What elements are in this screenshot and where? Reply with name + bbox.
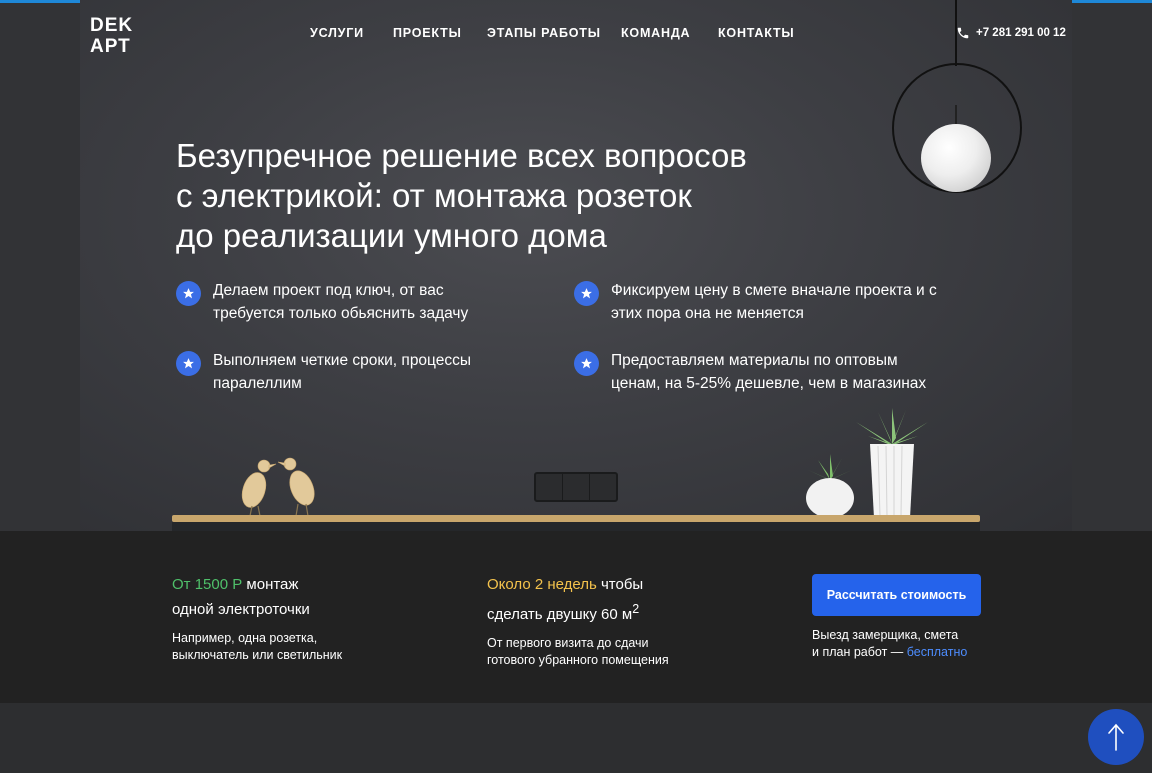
time-block: Около 2 недель чтобы сделать двушку 60 м…: [487, 572, 669, 669]
nav-item-services[interactable]: УСЛУГИ: [310, 26, 364, 40]
nav-item-stages[interactable]: ЭТАПЫ РАБОТЫ: [487, 26, 601, 40]
star-icon: [574, 351, 599, 376]
feature-item: Предоставляем материалы по оптовым ценам,…: [574, 349, 926, 395]
bird-figurines: [241, 457, 315, 517]
star-icon: [574, 281, 599, 306]
headline-line-3: до реализации умного дома: [176, 217, 607, 254]
headline-line-1: Безупречное решение всех вопросов: [176, 137, 747, 174]
nav-item-projects[interactable]: ПРОЕКТЫ: [393, 26, 462, 40]
feature-item: Выполняем четкие сроки, процессы паралелл…: [176, 349, 471, 395]
star-icon: [176, 281, 201, 306]
calculate-cost-button[interactable]: Рассчитать стоимость: [812, 574, 981, 616]
price-subtext: Например, одна розетка, выключатель или …: [172, 631, 343, 662]
time-line2: сделать двушку 60 м: [487, 606, 633, 623]
top-accent-line-right: [1072, 0, 1152, 3]
phone-number: +7 281 291 00 12: [976, 27, 1066, 39]
star-icon: [176, 351, 201, 376]
feature-text: Выполняем четкие сроки, процессы паралелл…: [213, 352, 472, 392]
feature-text: Делаем проект под ключ, от вас требуется …: [213, 282, 469, 322]
cta-note: Выезд замерщика, смета и план работ — бе…: [812, 628, 968, 659]
headline-line-2: с электрикой: от монтажа розеток: [176, 177, 692, 214]
nav-item-contacts[interactable]: КОНТАКТЫ: [718, 26, 794, 40]
wall-socket: [534, 472, 618, 502]
top-accent-line-left: [0, 0, 80, 3]
next-section: [0, 703, 1152, 773]
shelf-shadow: [172, 522, 980, 531]
arrow-up-icon: [1108, 723, 1124, 751]
nav-item-team[interactable]: КОМАНДА: [621, 26, 690, 40]
scroll-to-top-button[interactable]: [1088, 709, 1144, 765]
time-highlight: Около 2 недель: [487, 576, 597, 593]
price-title: От 1500 Р монтаж одной электроточки: [172, 576, 310, 618]
hero-section: DEK АРТ УСЛУГИ ПРОЕКТЫ ЭТАПЫ РАБОТЫ КОМА…: [0, 0, 1152, 531]
tall-plant: [856, 408, 928, 518]
feature-item: Фиксируем цену в смете вначале проекта и…: [574, 279, 937, 325]
hero-headline: Безупречное решение всех вопросов с элек…: [176, 136, 896, 256]
shelf: [172, 515, 980, 522]
header-phone[interactable]: +7 281 291 00 12: [956, 24, 1066, 42]
feature-text: Фиксируем цену в смете вначале проекта и…: [611, 282, 937, 322]
time-subtext: От первого визита до сдачи готового убра…: [487, 636, 669, 667]
feature-item: Делаем проект под ключ, от вас требуется …: [176, 279, 468, 325]
time-title: Около 2 недель чтобы сделать двушку 60 м…: [487, 576, 644, 623]
free-link[interactable]: бесплатно: [907, 645, 968, 659]
lamp-bulb: [921, 124, 991, 192]
price-block: От 1500 Р монтаж одной электроточки Напр…: [172, 572, 342, 664]
superscript: 2: [632, 602, 640, 616]
price-line2: одной электроточки: [172, 601, 310, 618]
feature-text: Предоставляем материалы по оптовым ценам,…: [611, 352, 927, 392]
price-highlight: От 1500 Р: [172, 576, 243, 593]
phone-icon: [957, 27, 969, 39]
